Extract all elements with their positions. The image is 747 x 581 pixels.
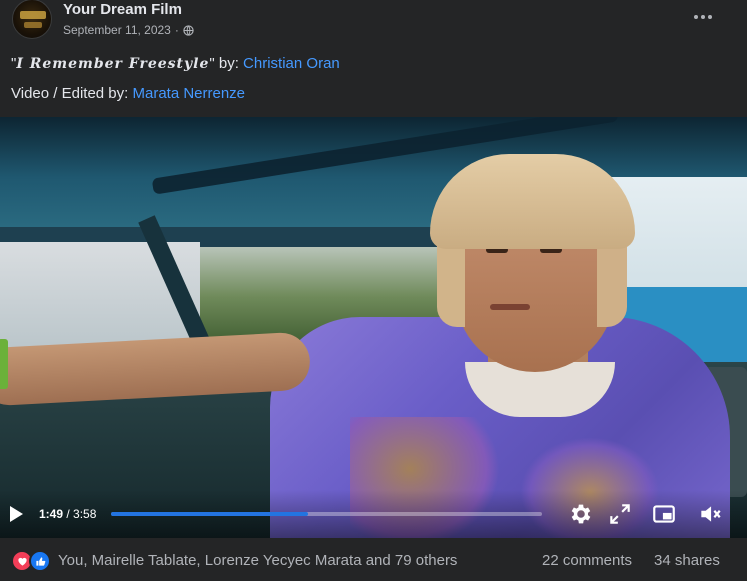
caption-line-title: "I Remember Freestyle" by: Christian Ora…	[11, 55, 340, 72]
settings-gear-icon[interactable]	[568, 501, 594, 527]
globe-icon	[183, 24, 194, 36]
caption-line-credit: Video / Edited by: Marata Nerrenze	[11, 85, 245, 102]
fullscreen-expand-icon[interactable]	[607, 501, 633, 527]
post-date[interactable]: September 11, 2023	[63, 23, 171, 37]
video-player[interactable]	[0, 117, 747, 538]
more-dots-icon	[694, 15, 698, 19]
post-meta: September 11, 2023 ·	[63, 23, 194, 37]
like-reaction-icon	[29, 550, 51, 572]
volume-muted-icon[interactable]	[697, 501, 723, 527]
current-time: 1:49	[39, 507, 64, 521]
wristband	[0, 339, 8, 389]
credit-label: Video / Edited by:	[11, 85, 133, 102]
avatar-logo-mark	[20, 11, 46, 19]
editor-link[interactable]: Marata Nerrenze	[132, 85, 245, 102]
reactions-summary[interactable]: You, Mairelle Tablate, Lorenze Yecyec Ma…	[58, 552, 457, 569]
more-options-button[interactable]	[685, 5, 721, 29]
meta-separator: ·	[174, 23, 179, 37]
progress-scrubber[interactable]	[111, 512, 542, 516]
page-avatar[interactable]	[12, 0, 52, 39]
post-header: Your Dream Film September 11, 2023 ·	[0, 0, 747, 44]
song-title: I Remember Freestyle	[16, 56, 210, 72]
page-name-link[interactable]: Your Dream Film	[63, 1, 182, 18]
comments-count[interactable]: 22 comments	[542, 552, 632, 569]
picture-in-picture-icon[interactable]	[651, 501, 677, 527]
more-dots-icon	[708, 15, 712, 19]
duration: 3:58	[73, 507, 97, 521]
play-icon[interactable]	[10, 506, 23, 522]
time-separator: /	[63, 507, 74, 521]
reaction-icons[interactable]	[11, 550, 51, 572]
by-label: " by:	[209, 55, 244, 72]
artist-link[interactable]: Christian Oran	[243, 55, 340, 72]
video-time: 1:49 / 3:58	[39, 507, 96, 521]
avatar-logo-mark-lower	[24, 22, 42, 28]
progress-fill	[111, 512, 309, 516]
more-dots-icon	[701, 15, 705, 19]
shares-count[interactable]: 34 shares	[654, 552, 720, 569]
